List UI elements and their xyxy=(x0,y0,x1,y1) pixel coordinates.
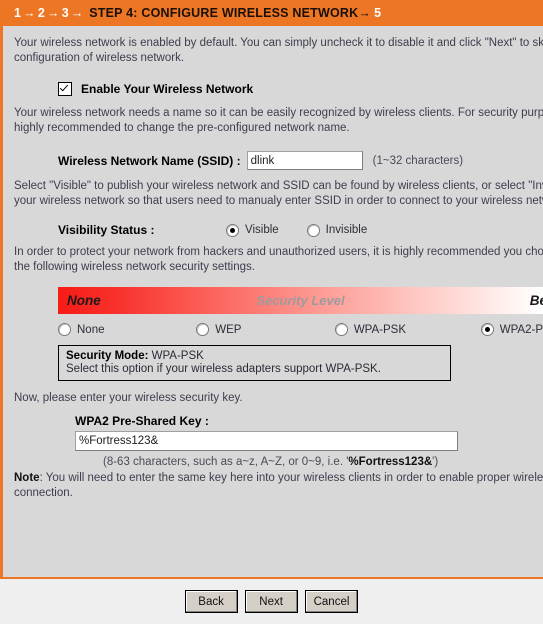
security-mode-radio-group: None WEP WPA-PSK WPA2-P xyxy=(58,321,543,338)
step-indicator-5: 5 xyxy=(374,6,382,20)
visibility-option-invisible[interactable]: Invisible xyxy=(306,223,368,237)
visibility-status-row: Visibility Status : Visible Invisible xyxy=(58,215,543,245)
psk-hint-suffix: ') xyxy=(432,456,439,468)
step-arrow-icon-4: → xyxy=(358,6,372,20)
security-mode-description: Select this option if your wireless adap… xyxy=(66,363,381,375)
cancel-button[interactable]: Cancel xyxy=(304,590,359,613)
note-label: Note xyxy=(14,472,40,484)
ssid-label: Wireless Network Name (SSID) : xyxy=(58,153,241,168)
security-info-line-2: the following wireless network security … xyxy=(14,261,255,273)
security-option-none-label: None xyxy=(77,323,105,336)
visibility-option-visible-label: Visible xyxy=(245,224,279,236)
next-button[interactable]: Next xyxy=(244,590,298,613)
psk-hint-example: %Fortress123& xyxy=(348,456,433,468)
security-radio-wep[interactable] xyxy=(196,323,210,336)
security-radio-wpa-psk[interactable] xyxy=(334,323,348,336)
step-indicator-3: 3 xyxy=(61,6,69,20)
enable-wireless-checkbox[interactable] xyxy=(58,82,72,96)
intro-paragraph: Your wireless network is enabled by defa… xyxy=(3,36,543,66)
ssid-info-paragraph: Your wireless network needs a name so it… xyxy=(3,106,543,136)
intro-line-1: Your wireless network is enabled by defa… xyxy=(14,37,543,49)
wizard-content-panel: Your wireless network is enabled by defa… xyxy=(0,26,543,579)
visibility-option-invisible-label: Invisible xyxy=(325,224,368,236)
visibility-option-visible[interactable]: Visible xyxy=(226,223,279,237)
security-option-wep-label: WEP xyxy=(215,323,242,336)
visibility-info-line-1: Select "Visible" to publish your wireles… xyxy=(14,180,543,192)
current-step-title: STEP 4: CONFIGURE WIRELESS NETWORK xyxy=(89,6,359,20)
security-info-paragraph: In order to protect your network from ha… xyxy=(3,245,543,275)
step-arrow-icon-1: → xyxy=(23,6,36,20)
security-option-wpa-psk-label: WPA-PSK xyxy=(353,323,407,336)
security-option-none[interactable]: None xyxy=(58,323,105,336)
security-radio-wpa2-psk[interactable] xyxy=(480,323,494,336)
security-level-title: Security Level xyxy=(256,293,345,308)
security-option-wpa2-psk[interactable]: WPA2-P xyxy=(480,323,543,336)
visibility-info-line-2: your wireless network so that users need… xyxy=(14,195,543,207)
psk-label: WPA2 Pre-Shared Key : xyxy=(75,414,209,428)
security-option-wep[interactable]: WEP xyxy=(196,323,241,336)
security-radio-none[interactable] xyxy=(58,323,71,336)
note-line-2: connection. xyxy=(14,487,73,499)
visibility-status-label: Visibility Status : xyxy=(58,223,155,237)
ssid-info-line-2: highly recommended to change the pre-con… xyxy=(14,122,350,134)
security-mode-title-value: WPA-PSK xyxy=(151,350,204,362)
wizard-step-header: 1 → 2 → 3 → STEP 4: CONFIGURE WIRELESS NETWOR… xyxy=(0,0,543,26)
security-mode-description-box: Security Mode: WPA-PSK Select this optio… xyxy=(58,345,451,381)
security-level-bar: None Security Level Best xyxy=(58,287,543,314)
step-arrow-icon-2: → xyxy=(47,6,60,20)
ssid-hint: (1~32 characters) xyxy=(372,154,464,167)
security-info-line-1: In order to protect your network from ha… xyxy=(14,246,543,258)
security-level-best-label: Best xyxy=(529,293,543,308)
security-mode-title-label: Security Mode: xyxy=(66,350,149,362)
step-arrow-icon-3: → xyxy=(70,6,84,20)
intro-line-2: configuration of wireless network. xyxy=(14,52,185,64)
key-intro-paragraph: Now, please enter your wireless security… xyxy=(14,392,243,404)
security-option-wpa2-psk-label: WPA2-P xyxy=(499,323,543,336)
enable-wireless-row[interactable]: Enable Your Wireless Network xyxy=(3,72,543,106)
visibility-radio-visible[interactable] xyxy=(226,223,239,237)
psk-note: Note: You will need to enter the same ke… xyxy=(3,468,543,501)
psk-hint: (8-63 characters, such as a~z, A~Z, or 0… xyxy=(103,456,543,468)
visibility-info-paragraph: Select "Visible" to publish your wireles… xyxy=(3,179,543,209)
ssid-field-row: Wireless Network Name (SSID) : (1~32 cha… xyxy=(58,142,543,179)
note-line-1: : You will need to enter the same key he… xyxy=(39,472,543,484)
enable-wireless-label: Enable Your Wireless Network xyxy=(81,82,254,96)
security-option-wpa-psk[interactable]: WPA-PSK xyxy=(334,323,407,336)
psk-input[interactable] xyxy=(75,431,458,451)
wireless-setup-wizard: 1 → 2 → 3 → STEP 4: CONFIGURE WIRELESS NETWOR… xyxy=(0,0,543,624)
security-mode-title-row: Security Mode: WPA-PSK xyxy=(66,350,443,362)
ssid-input[interactable] xyxy=(246,151,363,170)
psk-block: WPA2 Pre-Shared Key : xyxy=(75,414,543,451)
visibility-radio-invisible[interactable] xyxy=(306,223,320,237)
ssid-info-line-1: Your wireless network needs a name so it… xyxy=(14,107,543,119)
psk-hint-prefix: (8-63 characters, such as a~z, A~Z, or 0… xyxy=(103,456,349,468)
back-button[interactable]: Back xyxy=(184,590,238,613)
wizard-footer: Back Next Cancel xyxy=(0,579,543,624)
step-indicator-2: 2 xyxy=(37,6,46,20)
